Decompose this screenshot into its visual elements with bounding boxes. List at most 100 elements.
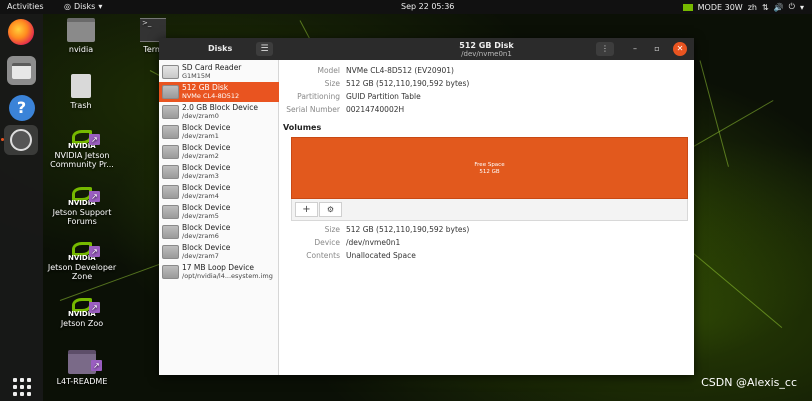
app-menu[interactable]: ◎ Disks ▾ [64,2,102,11]
close-icon[interactable]: ✕ [673,42,687,56]
chevron-down-icon: ▾ [799,2,804,12]
chevron-down-icon: ▾ [98,2,103,11]
drive-icon [162,85,179,99]
serial-value: 00214740002H [346,105,405,114]
device-item-sd-card[interactable]: SD Card Reader G1M15M [159,62,279,82]
sidebar-title: Disks [208,44,233,53]
device-item-zram4[interactable]: Block Device/dev/zram4 [159,182,279,202]
device-sub: /dev/zram1 [182,132,219,140]
card-reader-icon [162,65,179,79]
serial-row: Serial Number 00214740002H [280,105,404,114]
device-name: Block Device [182,223,231,232]
desktop-icon-l4t-readme[interactable]: ↗ L4T-README [54,350,110,386]
size-row: Size 512 GB (512,110,190,592 bytes) [280,79,470,88]
desktop-icon-jetson-forums[interactable]: NVIDIA ↗ Jetson Support Forums [46,185,118,226]
device-sub: /dev/zram7 [182,252,219,260]
device-name: Block Device [182,243,231,252]
volume-icon: 🔊 [773,2,784,12]
minimize-icon[interactable]: – [628,42,642,56]
device-sub: NVMe CL4-8D512 [182,92,240,100]
device-sub: G1M15M [182,72,211,80]
volume-contents-label: Contents [306,251,340,260]
nvidia-icon [682,3,693,11]
partitioning-value: GUID Partition Table [346,92,421,101]
device-name: Block Device [182,123,231,132]
disks-icon[interactable] [4,125,38,155]
volume-contents-row: Contents Unallocated Space [280,251,416,260]
hamburger-menu-icon[interactable]: ☰ [256,42,273,56]
desktop-icon-jetson-developer-zone[interactable]: NVIDIA ↗ Jetson Developer Zone [46,240,118,281]
device-sub: /dev/zram0 [182,112,219,120]
nvidia-logo-icon: NVIDIA ↗ [68,185,100,207]
header-bar[interactable]: Disks ☰ 512 GB Disk /dev/nvme0n1 ⋮ – ▫ ✕ [159,38,694,60]
wallpaper-streak [699,60,729,167]
device-name: 512 GB Disk [182,83,229,92]
device-list: SD Card Reader G1M15M 512 GB Disk NVMe CL4… [159,60,279,375]
lang-indicator[interactable]: zh [748,3,757,12]
device-name: Block Device [182,143,231,152]
serial-label: Serial Number [286,105,340,114]
volumes-heading: Volumes [283,123,322,132]
firefox-icon[interactable] [8,19,34,45]
system-status-area[interactable]: MODE 30W zh ⇅ 🔊 ⏻ ▾ [682,2,804,12]
model-row: Model NVMe CL4-8D512 (EV20901) [280,66,453,75]
drive-options-icon[interactable]: ⋮ [596,42,614,56]
device-item-zram7[interactable]: Block Device/dev/zram7 [159,242,279,262]
drive-icon [162,205,179,219]
terminal-prompt: >_ [142,19,152,27]
disks-window: Disks ☰ 512 GB Disk /dev/nvme0n1 ⋮ – ▫ ✕… [159,38,694,375]
drive-icon [162,145,179,159]
power-mode-label[interactable]: MODE 30W [698,3,743,12]
device-item-zram5[interactable]: Block Device/dev/zram5 [159,202,279,222]
device-name: 2.0 GB Block Device [182,103,258,112]
create-partition-button[interactable]: + [295,202,318,217]
desktop-icon-label: L4T-README [56,377,108,386]
model-label: Model [317,66,340,75]
wallpaper-streak [689,250,783,329]
window-title: 512 GB Disk /dev/nvme0n1 [409,41,564,58]
device-name: 17 MB Loop Device [182,263,254,272]
volume-size-row: Size 512 GB (512,110,190,592 bytes) [280,225,470,234]
maximize-icon[interactable]: ▫ [650,42,664,56]
volume-toolbar: + ⚙ [291,199,688,221]
desktop-icon-jetson-zoo[interactable]: NVIDIA ↗ Jetson Zoo [46,296,118,328]
show-applications-icon[interactable] [7,372,36,401]
device-item-zram6[interactable]: Block Device/dev/zram6 [159,222,279,242]
free-space-segment[interactable]: Free Space 512 GB [291,137,688,199]
segment-size: 512 GB [479,169,500,175]
device-sub: /dev/zram4 [182,192,219,200]
drive-icon [162,185,179,199]
power-icon: ⏻ [788,2,795,11]
partitioning-label: Partitioning [297,92,340,101]
device-item-zram2[interactable]: Block Device/dev/zram2 [159,142,279,162]
files-icon[interactable] [7,56,36,85]
device-item-loop[interactable]: 17 MB Loop Device/opt/nvidia/l4...esyste… [159,262,279,282]
device-sub: /opt/nvidia/l4...esystem.img [182,272,273,280]
settings-icon[interactable]: ⚙ [319,202,342,217]
desktop-icon-label: Jetson Zoo [60,319,104,328]
size-value: 512 GB (512,110,190,592 bytes) [346,79,470,88]
disk-title: 512 GB Disk [459,41,514,50]
device-item-zram1[interactable]: Block Device/dev/zram1 [159,122,279,142]
disk-path: /dev/nvme0n1 [461,50,512,58]
drive-icon [162,225,179,239]
volume-size-value: 512 GB (512,110,190,592 bytes) [346,225,470,234]
drive-icon [162,265,179,279]
volume-device-label: Device [314,238,340,247]
clock[interactable]: Sep 22 05:36 [401,2,454,11]
drive-icon [162,105,179,119]
nvidia-logo-icon: NVIDIA ↗ [68,296,100,318]
device-item-zram0[interactable]: 2.0 GB Block Device/dev/zram0 [159,102,279,122]
device-sub: /dev/zram3 [182,172,219,180]
device-item-zram3[interactable]: Block Device/dev/zram3 [159,162,279,182]
device-sub: /dev/zram5 [182,212,219,220]
help-icon[interactable]: ? [7,93,36,122]
desktop-icon-jetson-community[interactable]: NVIDIA ↗ NVIDIA Jetson Community Pr... [46,128,118,169]
drive-icon [162,125,179,139]
device-item-nvme[interactable]: 512 GB Disk NVMe CL4-8D512 [159,82,279,102]
activities-button[interactable]: Activities [7,2,44,11]
app-menu-label: Disks [73,2,96,11]
running-indicator [1,138,4,141]
desktop-icon-trash[interactable]: Trash [58,74,104,110]
desktop-icon-nvidia[interactable]: nvidia [58,18,104,54]
